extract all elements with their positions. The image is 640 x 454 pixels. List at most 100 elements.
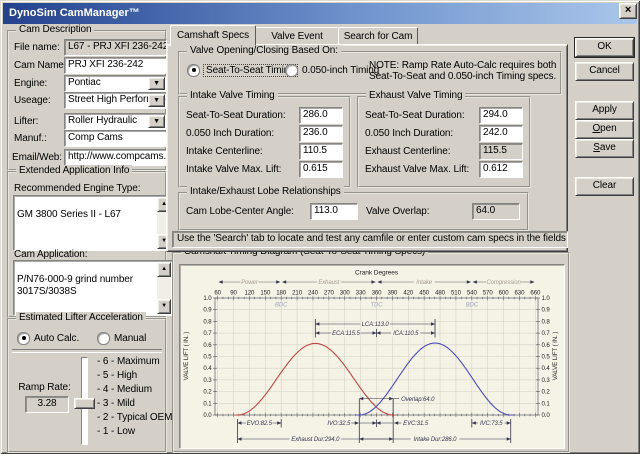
svg-text:600: 600: [499, 290, 510, 297]
svg-text:1.0: 1.0: [203, 295, 212, 302]
manuf-input[interactable]: Comp Cams: [64, 130, 167, 147]
svg-text:0.6: 0.6: [542, 342, 551, 349]
exhaust-centerline-field: 115.5: [479, 143, 523, 160]
auto-calc-radio[interactable]: Auto Calc.: [17, 332, 79, 345]
clear-button[interactable]: Clear: [575, 177, 634, 196]
manual-label: Manual: [114, 333, 147, 344]
recommended-engine-type-value: GM 3800 Series II - L67: [17, 209, 121, 220]
radio-unselected-icon[interactable]: [285, 64, 298, 77]
intake-s2s-duration-input[interactable]: 286.0: [299, 107, 343, 124]
radio-selected-icon[interactable]: [187, 64, 200, 77]
svg-text:270: 270: [324, 290, 335, 297]
ok-button[interactable]: OK: [574, 37, 635, 58]
cam-application-label: Cam Application:: [14, 249, 88, 260]
lifter-combo[interactable]: Roller Hydraulic ▼: [64, 113, 167, 130]
apply-button[interactable]: Apply: [575, 101, 634, 120]
exhaust-group-legend: Exhaust Valve Timing: [366, 90, 466, 101]
scroll-down-icon[interactable]: ▼: [157, 299, 171, 314]
email-web-label: Email/Web:: [12, 152, 62, 163]
useage-combo[interactable]: Street High Performance ▼: [64, 92, 167, 109]
intake-max-lift-input[interactable]: 0.615: [299, 161, 343, 178]
exhaust-centerline-label: Exhaust Centerline:: [365, 146, 451, 157]
svg-text:330: 330: [356, 290, 367, 297]
svg-text:210: 210: [292, 290, 303, 297]
svg-text:240: 240: [308, 290, 319, 297]
intake-centerline-label: Intake Centerline:: [186, 146, 263, 157]
intake-max-lift-label: Intake Valve Max. Lift:: [186, 164, 282, 175]
svg-text:LCA:113.0: LCA:113.0: [362, 322, 390, 328]
svg-text:90: 90: [230, 290, 237, 297]
note-line-1: NOTE: Ramp Rate Auto-Calc requires both: [369, 60, 557, 71]
recommended-engine-type-textarea[interactable]: GM 3800 Series II - L67 ▲ ▼: [13, 195, 173, 251]
slider-label-2: - 2 - Typical OEM: [97, 412, 173, 423]
chevron-down-icon[interactable]: ▼: [148, 94, 165, 107]
svg-text:Crank Degrees: Crank Degrees: [355, 270, 399, 277]
manual-radio[interactable]: Manual: [97, 332, 146, 345]
lifter-accel-legend: Estimated Lifter Acceleration: [16, 312, 146, 323]
file-name-label: File name:: [14, 42, 60, 53]
svg-text:Compression: Compression: [486, 280, 521, 286]
chevron-down-icon[interactable]: ▼: [148, 77, 165, 90]
svg-text:180: 180: [276, 290, 287, 297]
svg-text:IVC:73.5: IVC:73.5: [480, 421, 503, 427]
inch-050-radio[interactable]: 0.050-inch Timing: [285, 64, 379, 77]
lobe-center-angle-label: Cam Lobe-Center Angle:: [186, 206, 294, 217]
svg-text:BDC: BDC: [466, 303, 479, 309]
cam-description-legend: Cam Description: [16, 24, 95, 35]
auto-calc-label: Auto Calc.: [34, 333, 80, 344]
intake-050-duration-input[interactable]: 236.0: [299, 125, 343, 142]
exhaust-050-duration-input[interactable]: 242.0: [479, 125, 523, 142]
svg-text:0.4: 0.4: [542, 365, 551, 372]
svg-text:0.3: 0.3: [203, 377, 212, 384]
engine-value: Pontiac: [68, 77, 101, 88]
svg-text:0.7: 0.7: [203, 330, 212, 337]
seat-to-seat-radio[interactable]: Seat-To-Seat Timing: [187, 64, 298, 77]
extended-info-legend: Extended Application Info: [16, 165, 133, 176]
cam-manager-window: DynoSim CamManager™ × Cam Description Fi…: [0, 0, 640, 454]
manuf-label: Manuf.:: [14, 133, 47, 144]
email-web-input[interactable]: http://www.compcams.com: [64, 149, 167, 166]
svg-text:0.0: 0.0: [203, 412, 212, 419]
svg-text:0.5: 0.5: [203, 354, 212, 361]
lifter-label: Lifter:: [14, 116, 39, 127]
exhaust-s2s-duration-input[interactable]: 294.0: [479, 107, 523, 124]
cam-name-input[interactable]: PRJ XFI 236-242: [64, 57, 167, 74]
svg-text:0.8: 0.8: [542, 318, 551, 325]
svg-text:TDC: TDC: [370, 303, 383, 309]
svg-text:0.2: 0.2: [542, 389, 551, 396]
exhaust-max-lift-input[interactable]: 0.612: [479, 161, 523, 178]
cancel-button[interactable]: Cancel: [575, 62, 634, 81]
svg-text:0.1: 0.1: [542, 400, 551, 407]
engine-combo[interactable]: Pontiac ▼: [64, 75, 167, 92]
vertical-scrollbar[interactable]: ▲ ▼: [157, 262, 171, 314]
svg-text:VALVE LIFT ( IN. ): VALVE LIFT ( IN. ): [552, 332, 559, 381]
camshaft-timing-diagram: Crank Degrees Power Exhaust Intake Compressi…: [179, 264, 565, 449]
svg-text:1.0: 1.0: [542, 295, 551, 302]
svg-text:EVO:82.5: EVO:82.5: [247, 421, 273, 427]
ramp-rate-value: 3.28: [25, 396, 69, 413]
cam-application-textarea[interactable]: P/N76-000-9 grind number 3017S/3038S ▲ ▼: [13, 260, 173, 316]
useage-label: Useage:: [14, 95, 51, 106]
svg-text:0.6: 0.6: [203, 342, 212, 349]
intake-centerline-input[interactable]: 110.5: [299, 143, 343, 160]
svg-text:0.4: 0.4: [203, 365, 212, 372]
seat-to-seat-label: Seat-To-Seat Timing: [203, 64, 298, 77]
radio-selected-icon[interactable]: [17, 332, 30, 345]
svg-text:0.9: 0.9: [203, 307, 212, 314]
lobe-center-angle-input[interactable]: 113.0: [310, 203, 358, 220]
ramp-rate-slider-thumb[interactable]: [74, 398, 95, 409]
title-bar[interactable]: DynoSim CamManager™: [3, 3, 637, 24]
divider: [12, 349, 162, 353]
svg-text:570: 570: [483, 290, 494, 297]
open-button[interactable]: Open: [575, 120, 634, 139]
close-icon[interactable]: ×: [619, 3, 637, 19]
chevron-down-icon[interactable]: ▼: [148, 115, 165, 128]
save-button[interactable]: Save: [575, 139, 634, 158]
window-title: DynoSim CamManager™: [9, 7, 140, 19]
tab-camshaft-specs[interactable]: Camshaft Specs: [170, 25, 256, 47]
scroll-up-icon[interactable]: ▲: [157, 262, 171, 277]
lobe-relationships-group: Intake/Exhaust Lobe Relationships Cam Lo…: [178, 186, 529, 231]
radio-unselected-icon[interactable]: [97, 332, 110, 345]
lifter-value: Roller Hydraulic: [68, 115, 137, 126]
engine-label: Engine:: [14, 78, 48, 89]
